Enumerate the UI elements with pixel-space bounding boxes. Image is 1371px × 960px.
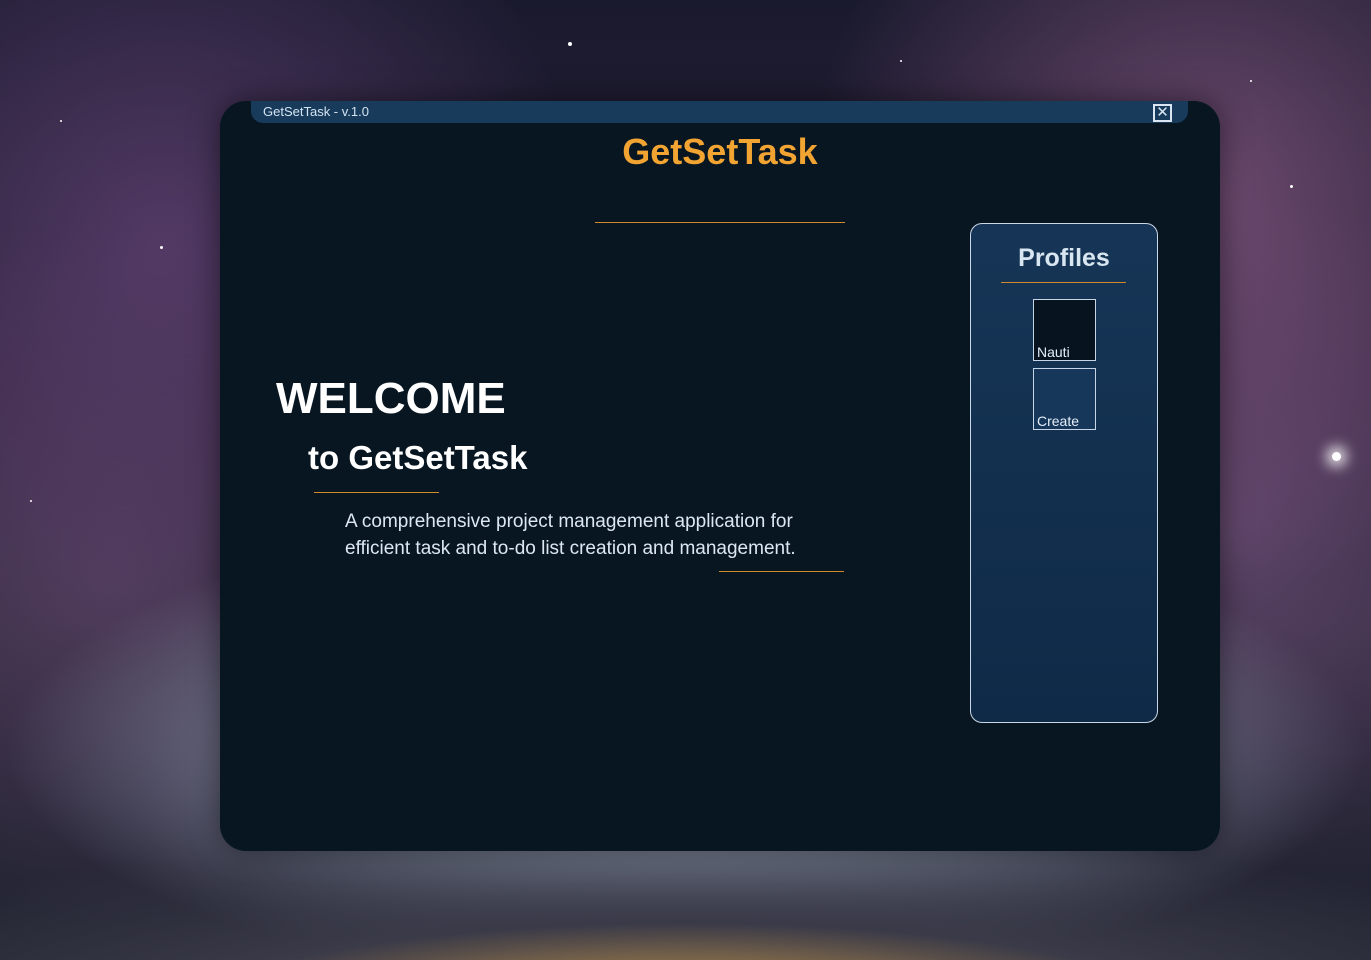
app-description: A comprehensive project management appli… [345, 508, 865, 562]
create-profile-label: Create [1037, 413, 1080, 429]
star [1250, 80, 1252, 82]
profiles-title: Profiles [1018, 244, 1110, 272]
description-divider [719, 571, 844, 572]
create-profile-button[interactable]: Create [1033, 368, 1096, 430]
description-line-2: efficient task and to-do list creation a… [345, 538, 796, 559]
star [1332, 452, 1341, 461]
star [30, 500, 32, 502]
star [60, 120, 62, 122]
close-button[interactable]: ✕ [1153, 104, 1172, 122]
profile-label: Nauti [1037, 344, 1070, 360]
profile-tile-nauti[interactable]: Nauti [1033, 299, 1096, 361]
title-divider [595, 222, 845, 223]
star [160, 246, 163, 249]
app-window: GetSetTask - v.1.0 ✕ GetSetTask WELCOME … [220, 101, 1220, 851]
close-icon: ✕ [1156, 103, 1169, 121]
welcome-subheading: to GetSetTask [308, 439, 528, 476]
star [1290, 185, 1293, 188]
profiles-divider [1001, 282, 1126, 283]
title-bar[interactable]: GetSetTask - v.1.0 ✕ [251, 101, 1188, 123]
welcome-heading: WELCOME [276, 374, 506, 423]
app-title: GetSetTask [622, 131, 818, 172]
description-line-1: A comprehensive project management appli… [345, 511, 793, 532]
subheading-divider [314, 492, 439, 493]
profiles-panel: Profiles Nauti Create [970, 223, 1158, 723]
star [900, 60, 902, 62]
window-title: GetSetTask - v.1.0 [263, 104, 369, 119]
star [568, 42, 572, 46]
